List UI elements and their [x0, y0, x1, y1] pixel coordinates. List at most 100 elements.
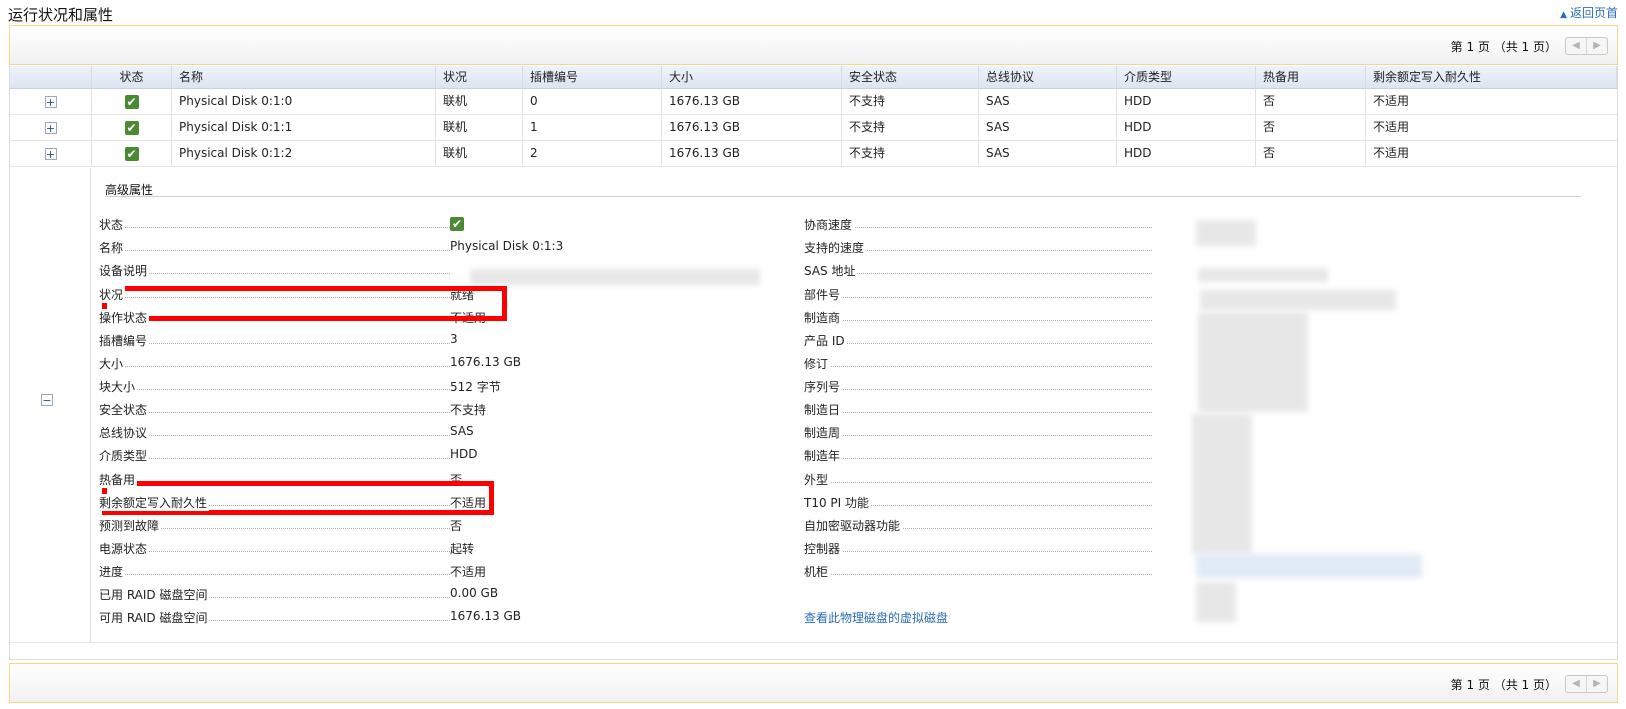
header-status[interactable]: 状态 — [92, 66, 172, 88]
prop-label: 已用 RAID 磁盘空间 — [99, 586, 210, 603]
disk-size: 1676.13 GB — [662, 115, 842, 140]
redacted-device-description — [470, 269, 760, 285]
expand-plus-icon[interactable]: + — [44, 95, 57, 108]
page-indicator: 第 1 页 （共 1 页） — [1450, 678, 1557, 692]
prev-page-button[interactable]: ◀ — [1566, 676, 1586, 692]
header-security[interactable]: 安全状态 — [842, 66, 979, 88]
prop-label: 总线协议 — [99, 424, 150, 441]
prop-label: 操作状态 — [99, 309, 150, 326]
disk-endurance: 不适用 — [1373, 146, 1410, 160]
redacted-sas-address — [1198, 268, 1328, 282]
pager-buttons: ◀ ▶ — [1565, 37, 1608, 55]
disk-security: 不支持 — [842, 115, 979, 140]
prop-label: 制造年 — [804, 447, 843, 464]
prop-manufacturer: 制造商 — [804, 309, 1152, 327]
disk-bus: SAS — [979, 115, 1117, 140]
prop-label: 介质类型 — [99, 447, 150, 464]
prop-value: 不支持 — [450, 403, 487, 417]
disk-name: Physical Disk 0:1:1 — [172, 115, 436, 140]
expand-cell: + — [10, 89, 92, 114]
prop-value: 1676.13 GB — [450, 609, 521, 623]
prop-form-factor: 外型 — [804, 471, 1152, 489]
expand-plus-icon[interactable]: + — [44, 147, 57, 160]
status-ok-icon: ✔ — [450, 216, 464, 231]
prop-used-raid-space: 已用 RAID 磁盘空间 0.00 GB — [99, 586, 498, 604]
disk-condition: 联机 — [436, 89, 523, 114]
next-page-button[interactable]: ▶ — [1586, 676, 1607, 692]
disk-media: HDD — [1117, 141, 1256, 166]
back-to-top-link[interactable]: ▲ 返回页首 — [1560, 4, 1618, 21]
prop-value: 0.00 GB — [450, 586, 499, 600]
pager-bottom: 第 1 页 （共 1 页） ◀ ▶ — [9, 663, 1618, 703]
prop-value: SAS — [450, 424, 474, 438]
prop-product-id: 产品 ID — [804, 332, 1152, 350]
disk-security: 不支持 — [842, 89, 979, 114]
prop-predicted-failure: 预测到故障 否 — [99, 517, 462, 535]
prop-serial-number: 序列号 — [804, 378, 1152, 396]
prop-label: 状态 — [99, 216, 126, 233]
disk-hotspare: 否 — [1256, 89, 1366, 114]
prop-value: 3 — [450, 332, 458, 346]
header-slot[interactable]: 插槽编号 — [523, 66, 662, 88]
header-bus-protocol[interactable]: 总线协议 — [979, 66, 1117, 88]
collapse-cell: − — [10, 168, 91, 642]
status-ok-icon: ✔ — [124, 120, 139, 135]
table-header: 状态 名称 状况 插槽编号 大小 安全状态 总线协议 介质类型 热备用 剩余额定… — [10, 66, 1617, 89]
disk-hotspare: 否 — [1256, 115, 1366, 140]
prop-label: T10 PI 功能 — [804, 494, 872, 511]
status-ok-icon: ✔ — [124, 94, 139, 109]
header-size[interactable]: 大小 — [662, 66, 842, 88]
prop-label: 电源状态 — [99, 540, 150, 557]
prop-value: Physical Disk 0:1:3 — [450, 239, 564, 253]
prop-label: 块大小 — [99, 378, 138, 395]
collapse-minus-icon[interactable]: − — [41, 394, 53, 406]
disk-condition: 联机 — [436, 141, 523, 166]
header-hot-spare[interactable]: 热备用 — [1256, 66, 1366, 88]
next-page-button[interactable]: ▶ — [1586, 38, 1607, 54]
prop-label: 机柜 — [804, 563, 831, 580]
disk-bus: SAS — [979, 141, 1117, 166]
prop-value: 不适用 — [450, 565, 487, 579]
redacted-manufacturer-info — [1198, 312, 1308, 412]
prop-label: 热备用 — [99, 471, 138, 488]
prop-label: 部件号 — [804, 286, 843, 303]
prop-label: 制造日 — [804, 401, 843, 418]
disk-slot: 0 — [523, 89, 662, 114]
disk-endurance: 不适用 — [1373, 120, 1410, 134]
expand-plus-icon[interactable]: + — [44, 121, 57, 134]
status-cell: ✔ — [92, 89, 172, 114]
pager-top: 第 1 页 （共 1 页） ◀ ▶ — [9, 25, 1618, 65]
prop-power-state: 电源状态 起转 — [99, 540, 474, 558]
prop-label: 大小 — [99, 355, 126, 372]
expand-cell: + — [10, 141, 92, 166]
triangle-up-icon: ▲ — [1560, 10, 1567, 20]
prop-manufacture-year: 制造年 — [804, 447, 1152, 465]
prop-label: 控制器 — [804, 540, 843, 557]
view-virtual-disks-link[interactable]: 查看此物理磁盘的虚拟磁盘 — [804, 609, 948, 626]
prop-label: 自加密驱动器功能 — [804, 517, 903, 534]
prop-media-type: 介质类型 HDD — [99, 447, 478, 465]
prop-sas-address: SAS 地址 — [804, 262, 1152, 280]
header-condition[interactable]: 状况 — [436, 66, 523, 88]
prop-t10-pi: T10 PI 功能 — [804, 494, 1152, 512]
disk-condition: 联机 — [436, 115, 523, 140]
prop-label: 名称 — [99, 239, 126, 256]
prop-label: 产品 ID — [804, 332, 847, 349]
disk-endurance: 不适用 — [1373, 94, 1410, 108]
prev-page-button[interactable]: ◀ — [1566, 38, 1586, 54]
redacted-controller — [1196, 554, 1422, 578]
header-name[interactable]: 名称 — [172, 66, 436, 88]
disk-slot: 1 — [523, 115, 662, 140]
prop-value: HDD — [450, 447, 478, 461]
prop-label: 修订 — [804, 355, 831, 372]
prop-controller: 控制器 — [804, 540, 1152, 558]
prop-bus-protocol: 总线协议 SAS — [99, 424, 474, 442]
header-endurance[interactable]: 剩余额定写入耐久性 — [1366, 66, 1617, 88]
prop-label: 序列号 — [804, 378, 843, 395]
table-row: + ✔ Physical Disk 0:1:0 联机 0 1676.13 GB … — [10, 89, 1617, 115]
highlight-condition — [102, 286, 507, 321]
back-to-top-label: 返回页首 — [1569, 6, 1618, 20]
disk-security: 不支持 — [842, 141, 979, 166]
header-media-type[interactable]: 介质类型 — [1117, 66, 1256, 88]
prop-label: 状况 — [99, 286, 126, 303]
